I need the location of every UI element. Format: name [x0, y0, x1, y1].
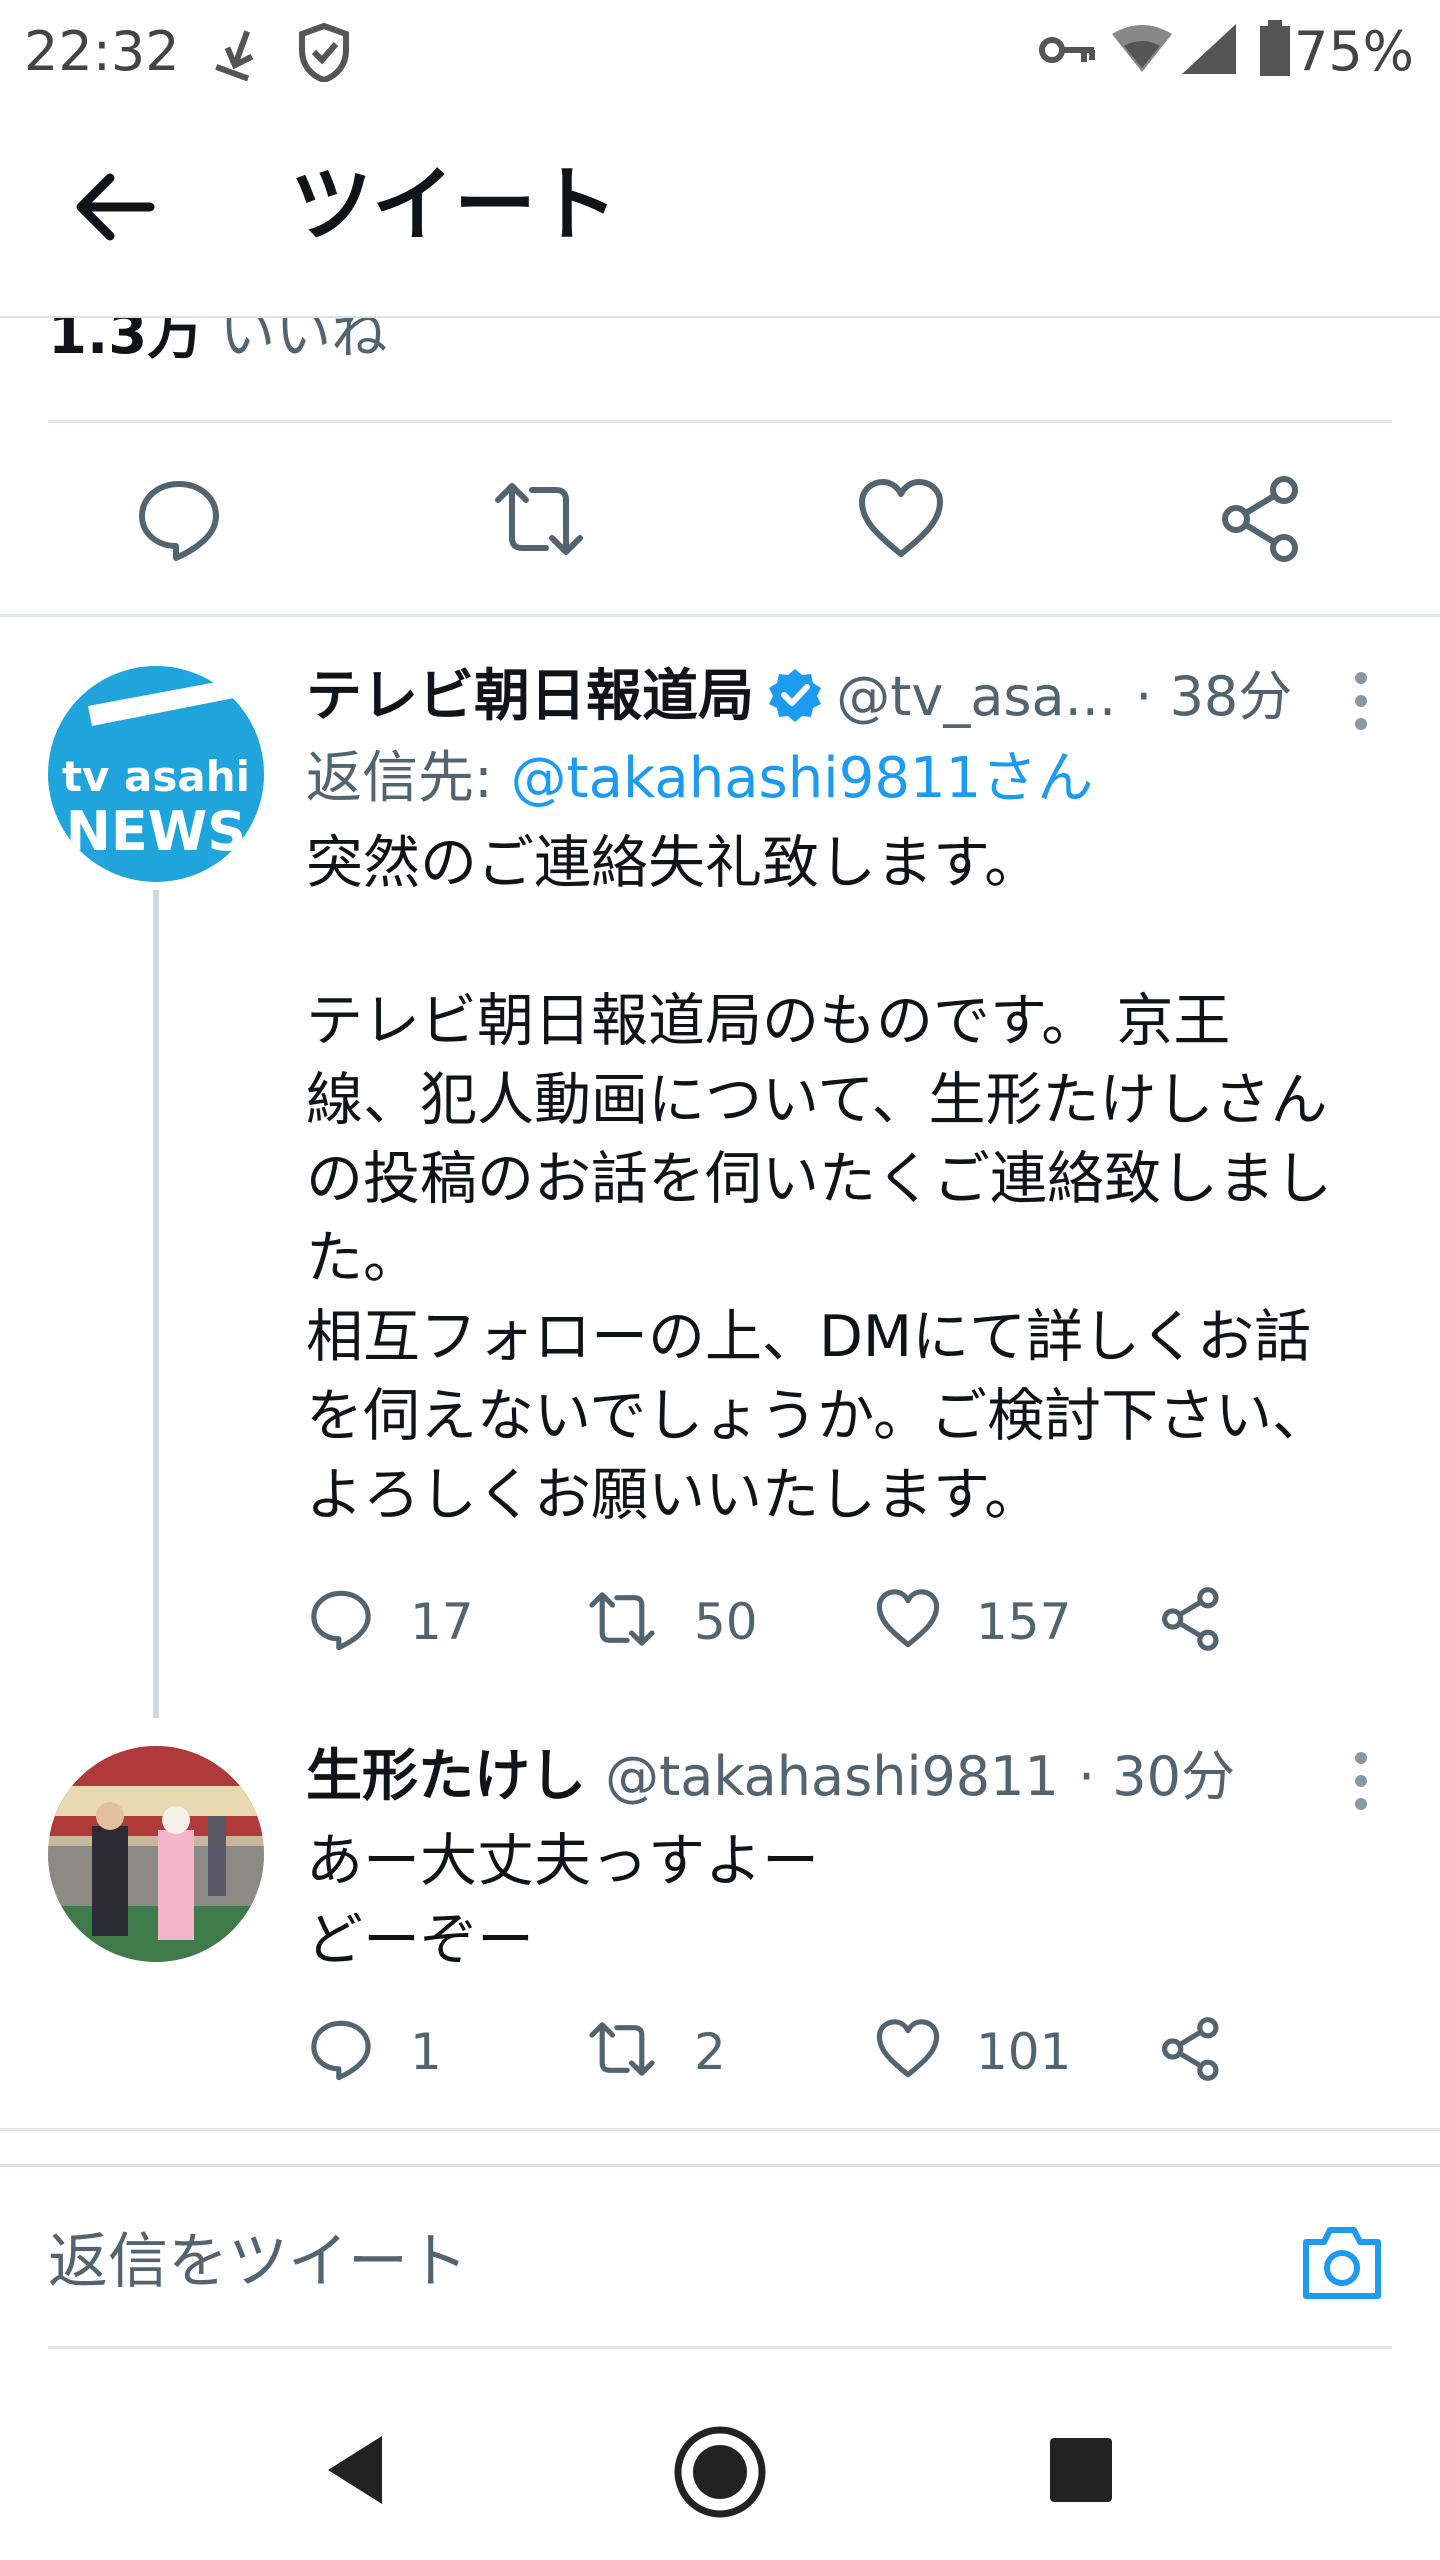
top-app-bar: ツイート	[0, 104, 1440, 318]
reply-count: 17	[410, 1593, 474, 1651]
retweet-icon[interactable]	[586, 1586, 658, 1652]
shield-icon	[299, 22, 349, 82]
share-icon[interactable]	[1158, 1586, 1224, 1652]
more-icon[interactable]	[1346, 1748, 1376, 1818]
share-icon[interactable]	[1216, 474, 1306, 564]
camera-icon[interactable]	[1300, 2222, 1384, 2302]
handle[interactable]: @takahashi9811	[605, 1745, 1059, 1808]
signal-icon	[1182, 24, 1236, 74]
like-icon[interactable]	[874, 1586, 942, 1652]
nav-home-icon[interactable]	[672, 2424, 768, 2520]
tweet-actions: 1 2 101	[306, 2012, 1306, 2092]
display-name[interactable]: テレビ朝日報道局	[306, 664, 754, 729]
share-icon[interactable]	[1158, 2016, 1224, 2082]
back-arrow-icon[interactable]	[70, 162, 160, 252]
like-icon[interactable]	[856, 474, 946, 564]
page-title: ツイート	[290, 158, 619, 253]
reply-icon[interactable]	[308, 2016, 374, 2082]
avatar[interactable]: tv asahi NEWS	[48, 666, 264, 882]
status-bar: 22:32 75%	[0, 0, 1440, 104]
status-time: 22:32	[24, 20, 180, 83]
likes-count: 1.3万	[48, 318, 204, 367]
like-count: 157	[976, 1593, 1072, 1651]
divider	[0, 2164, 1440, 2167]
likes-summary-clip: 1.3万 いいね	[0, 318, 1440, 418]
likes-summary[interactable]: 1.3万 いいね	[48, 318, 387, 370]
timestamp[interactable]: · 38分	[1135, 665, 1292, 728]
tweet-text: 突然のご連絡失礼致します。 テレビ朝日報道局のものです。 京王 線、犯人動画につ…	[306, 830, 1332, 1528]
reply-to-link[interactable]: @takahashi9811さん	[511, 746, 1094, 811]
retweet-icon[interactable]	[494, 474, 584, 564]
handle[interactable]: @tv_asa...	[836, 665, 1116, 728]
retweet-count: 2	[694, 2023, 726, 2081]
reply-compose-bar[interactable]: 返信をツイート	[0, 2168, 1440, 2348]
reply-icon[interactable]	[134, 474, 224, 564]
thread-line	[153, 890, 159, 1718]
avatar[interactable]	[48, 1746, 264, 1962]
reply-context: 返信先: @takahashi9811さん	[306, 744, 1093, 814]
likes-label: いいね	[219, 318, 388, 367]
nav-back-icon[interactable]	[320, 2430, 390, 2510]
reply-input[interactable]: 返信をツイート	[48, 2222, 468, 2302]
display-name[interactable]: 生形たけし	[306, 1744, 586, 1809]
verified-badge-icon	[769, 669, 822, 722]
divider	[0, 2128, 1440, 2131]
tweet-header: 生形たけし @takahashi9811 · 30分	[306, 1742, 1326, 1816]
download-icon	[215, 30, 254, 82]
more-icon[interactable]	[1346, 668, 1376, 738]
vpn-key-icon	[1039, 37, 1095, 63]
tweet-actions: 17 50 157	[306, 1582, 1306, 1662]
battery-percent: 75%	[1293, 20, 1414, 83]
tweet-text: あー大丈夫っすよー どーぞー	[306, 1828, 819, 1973]
timestamp[interactable]: · 30分	[1078, 1745, 1235, 1808]
like-count: 101	[976, 2023, 1072, 2081]
nav-recents-icon[interactable]	[1048, 2436, 1114, 2506]
retweet-count: 50	[694, 1593, 758, 1651]
reply-count: 1	[410, 2023, 442, 2081]
divider	[0, 614, 1440, 617]
reply-tweet[interactable]: tv asahi NEWS テレビ朝日報道局 @tv_asa... · 38分 …	[0, 640, 1440, 1720]
system-nav-bar	[0, 2390, 1440, 2560]
reply-prefix: 返信先:	[306, 746, 511, 811]
avatar-text-top: tv asahi	[61, 752, 251, 801]
like-icon[interactable]	[874, 2016, 942, 2082]
battery-icon	[1260, 20, 1290, 76]
tweet-header: テレビ朝日報道局 @tv_asa... · 38分	[306, 662, 1356, 736]
reply-icon[interactable]	[308, 1586, 374, 1652]
reply-tweet[interactable]: 生形たけし @takahashi9811 · 30分 あー大丈夫っすよー どーぞ…	[0, 1720, 1440, 2120]
retweet-icon[interactable]	[586, 2016, 658, 2082]
divider	[48, 2346, 1392, 2349]
wifi-icon	[1112, 25, 1172, 72]
divider	[48, 420, 1392, 423]
avatar-text-bottom: NEWS	[65, 800, 247, 863]
